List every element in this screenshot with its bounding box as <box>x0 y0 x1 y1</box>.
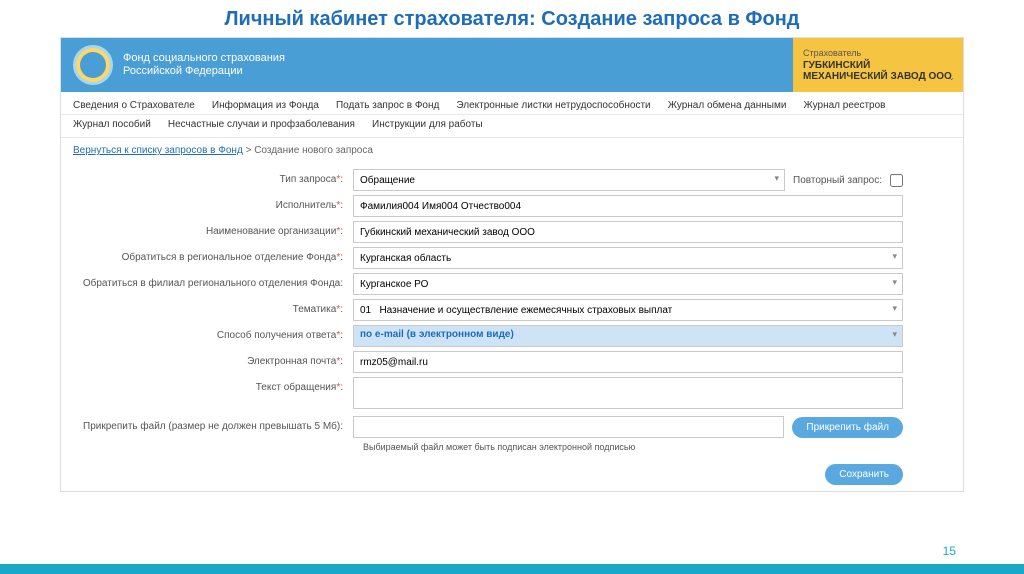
user-company-name: ГУБКИНСКИЙ МЕХАНИЧЕСКИЙ ЗАВОД ООО <box>803 60 953 82</box>
chevron-down-icon: ⌄ <box>948 73 955 82</box>
label-executor: Исполнитель*: <box>73 195 353 213</box>
label-region: Обратиться в региональное отделение Фонд… <box>73 247 353 265</box>
label-branch: Обратиться в филиал регионального отделе… <box>73 273 353 291</box>
label-repeat: Повторный запрос: <box>793 175 882 186</box>
logo-icon <box>73 45 113 85</box>
request-form: Тип запроса*: Повторный запрос: Исполнит… <box>61 163 963 458</box>
nav-registries[interactable]: Журнал реестров <box>804 100 886 111</box>
attach-file-button[interactable]: Прикрепить файл <box>792 417 903 438</box>
user-role-label: Страхователь <box>803 48 953 58</box>
user-dropdown[interactable]: Страхователь ГУБКИНСКИЙ МЕХАНИЧЕСКИЙ ЗАВ… <box>793 38 963 92</box>
label-file: Прикрепить файл (размер не должен превыш… <box>73 416 353 434</box>
nav-exchange-journal[interactable]: Журнал обмена данными <box>668 100 787 111</box>
action-bar: Сохранить <box>61 458 963 491</box>
label-text: Текст обращения*: <box>73 377 353 395</box>
input-email[interactable] <box>353 351 903 373</box>
row-type: Тип запроса*: Повторный запрос: <box>73 169 903 191</box>
select-branch[interactable] <box>353 273 903 295</box>
nav-benefits[interactable]: Журнал пособий <box>73 119 151 130</box>
footer-accent <box>0 564 1024 574</box>
row-org: Наименование организации*: <box>73 221 903 243</box>
save-button[interactable]: Сохранить <box>825 464 903 485</box>
label-email: Электронная почта*: <box>73 351 353 369</box>
checkbox-repeat[interactable] <box>890 174 903 187</box>
org-line1: Фонд социального страхования <box>123 52 285 65</box>
nav-sick-leave[interactable]: Электронные листки нетрудоспособности <box>456 100 650 111</box>
nav-primary: Сведения о Страхователе Информация из Фо… <box>61 92 963 115</box>
input-executor[interactable] <box>353 195 903 217</box>
textarea-body[interactable] <box>353 377 903 409</box>
row-branch: Обратиться в филиал регионального отделе… <box>73 273 903 295</box>
input-file-path[interactable] <box>353 416 784 438</box>
nav-submit-request[interactable]: Подать запрос в Фонд <box>336 100 439 111</box>
label-type: Тип запроса*: <box>73 169 353 187</box>
row-region: Обратиться в региональное отделение Фонд… <box>73 247 903 269</box>
logo-area: Фонд социального страхования Российской … <box>61 45 297 85</box>
label-theme: Тематика*: <box>73 299 353 317</box>
breadcrumb-back-link[interactable]: Вернуться к списку запросов в Фонд <box>73 145 243 156</box>
label-response: Способ получения ответа*: <box>73 325 353 343</box>
breadcrumb-current: Создание нового запроса <box>254 145 373 156</box>
select-theme[interactable] <box>353 299 903 321</box>
org-line2: Российской Федерации <box>123 65 285 78</box>
nav-instructions[interactable]: Инструкции для работы <box>372 119 483 130</box>
row-executor: Исполнитель*: <box>73 195 903 217</box>
select-type[interactable] <box>353 169 785 191</box>
label-org: Наименование организации*: <box>73 221 353 239</box>
header-bar: Фонд социального страхования Российской … <box>61 38 963 92</box>
select-response[interactable]: по e-mail (в электронном виде) <box>353 325 903 347</box>
row-theme: Тематика*: <box>73 299 903 321</box>
nav-insurer-info[interactable]: Сведения о Страхователе <box>73 100 195 111</box>
nav-fund-info[interactable]: Информация из Фонда <box>212 100 319 111</box>
nav-secondary: Журнал пособий Несчастные случаи и профз… <box>61 115 963 138</box>
file-signature-note: Выбираемый файл может быть подписан элек… <box>363 442 903 452</box>
row-file: Прикрепить файл (размер не должен превыш… <box>73 416 903 438</box>
breadcrumb: Вернуться к списку запросов в Фонд > Соз… <box>61 138 963 163</box>
slide-number: 15 <box>943 544 956 558</box>
row-response: Способ получения ответа*: по e-mail (в э… <box>73 325 903 347</box>
slide-title: Личный кабинет страхователя: Создание за… <box>0 0 1024 37</box>
app-frame: Фонд социального страхования Российской … <box>60 37 964 492</box>
input-org[interactable] <box>353 221 903 243</box>
row-text: Текст обращения*: <box>73 377 903 412</box>
breadcrumb-sep: > <box>246 145 255 156</box>
org-name: Фонд социального страхования Российской … <box>123 52 285 78</box>
nav-accidents[interactable]: Несчастные случаи и профзаболевания <box>168 119 355 130</box>
row-email: Электронная почта*: <box>73 351 903 373</box>
select-region[interactable] <box>353 247 903 269</box>
